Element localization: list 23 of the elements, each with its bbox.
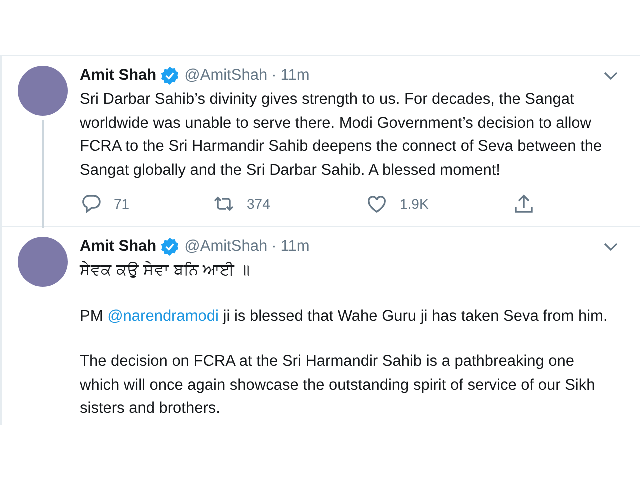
author-name[interactable]: Amit Shah bbox=[80, 237, 157, 257]
reply-button[interactable]: 71 bbox=[80, 192, 213, 216]
tweet-text: The decision on FCRA at the Sri Harmandir Sahib is a pathbreaking one which will once again showcase the outstanding spirit of service of our Sikh sisters and brothers. bbox=[80, 352, 596, 419]
tweet-text: ਸੇਵਕ ਕਉ ਸੇਵਾ ਬਨਿ ਆਈ ॥ bbox=[80, 260, 252, 281]
timestamp: 11m bbox=[280, 66, 310, 86]
retweet-button[interactable]: 374 bbox=[213, 192, 366, 216]
share-icon bbox=[513, 193, 535, 215]
author-handle: @AmitShah bbox=[184, 237, 268, 257]
avatar[interactable] bbox=[18, 237, 68, 287]
heart-icon bbox=[366, 193, 388, 215]
timestamp: 11m bbox=[280, 237, 310, 257]
tweet-text: PM @narendramodi ji is blessed that Wahe Guru ji has taken Seva from him. bbox=[80, 306, 609, 326]
chevron-down-icon[interactable] bbox=[604, 72, 618, 80]
tweet-text: Sri Darbar Sahib’s divinity gives strength to us. For decades, the Sangat worldwide was unable to serve there. Modi Government’s decision to allow FCRA to the Sri Harmandir Sahib deepens the connect of Seva between the Sangat globally and the Sri Darbar Sahib. A blessed moment! bbox=[80, 90, 604, 180]
separator-dot: · bbox=[272, 66, 277, 86]
chevron-down-icon[interactable] bbox=[604, 242, 618, 252]
reply-icon bbox=[80, 193, 102, 215]
author-handle: @AmitShah bbox=[184, 66, 268, 86]
separator-dot: · bbox=[272, 237, 277, 257]
avatar[interactable] bbox=[18, 66, 68, 116]
author-name[interactable]: Amit Shah bbox=[80, 66, 157, 86]
mention-link[interactable]: @narendramodi bbox=[108, 308, 219, 324]
like-button[interactable]: 1.9K bbox=[366, 192, 513, 216]
